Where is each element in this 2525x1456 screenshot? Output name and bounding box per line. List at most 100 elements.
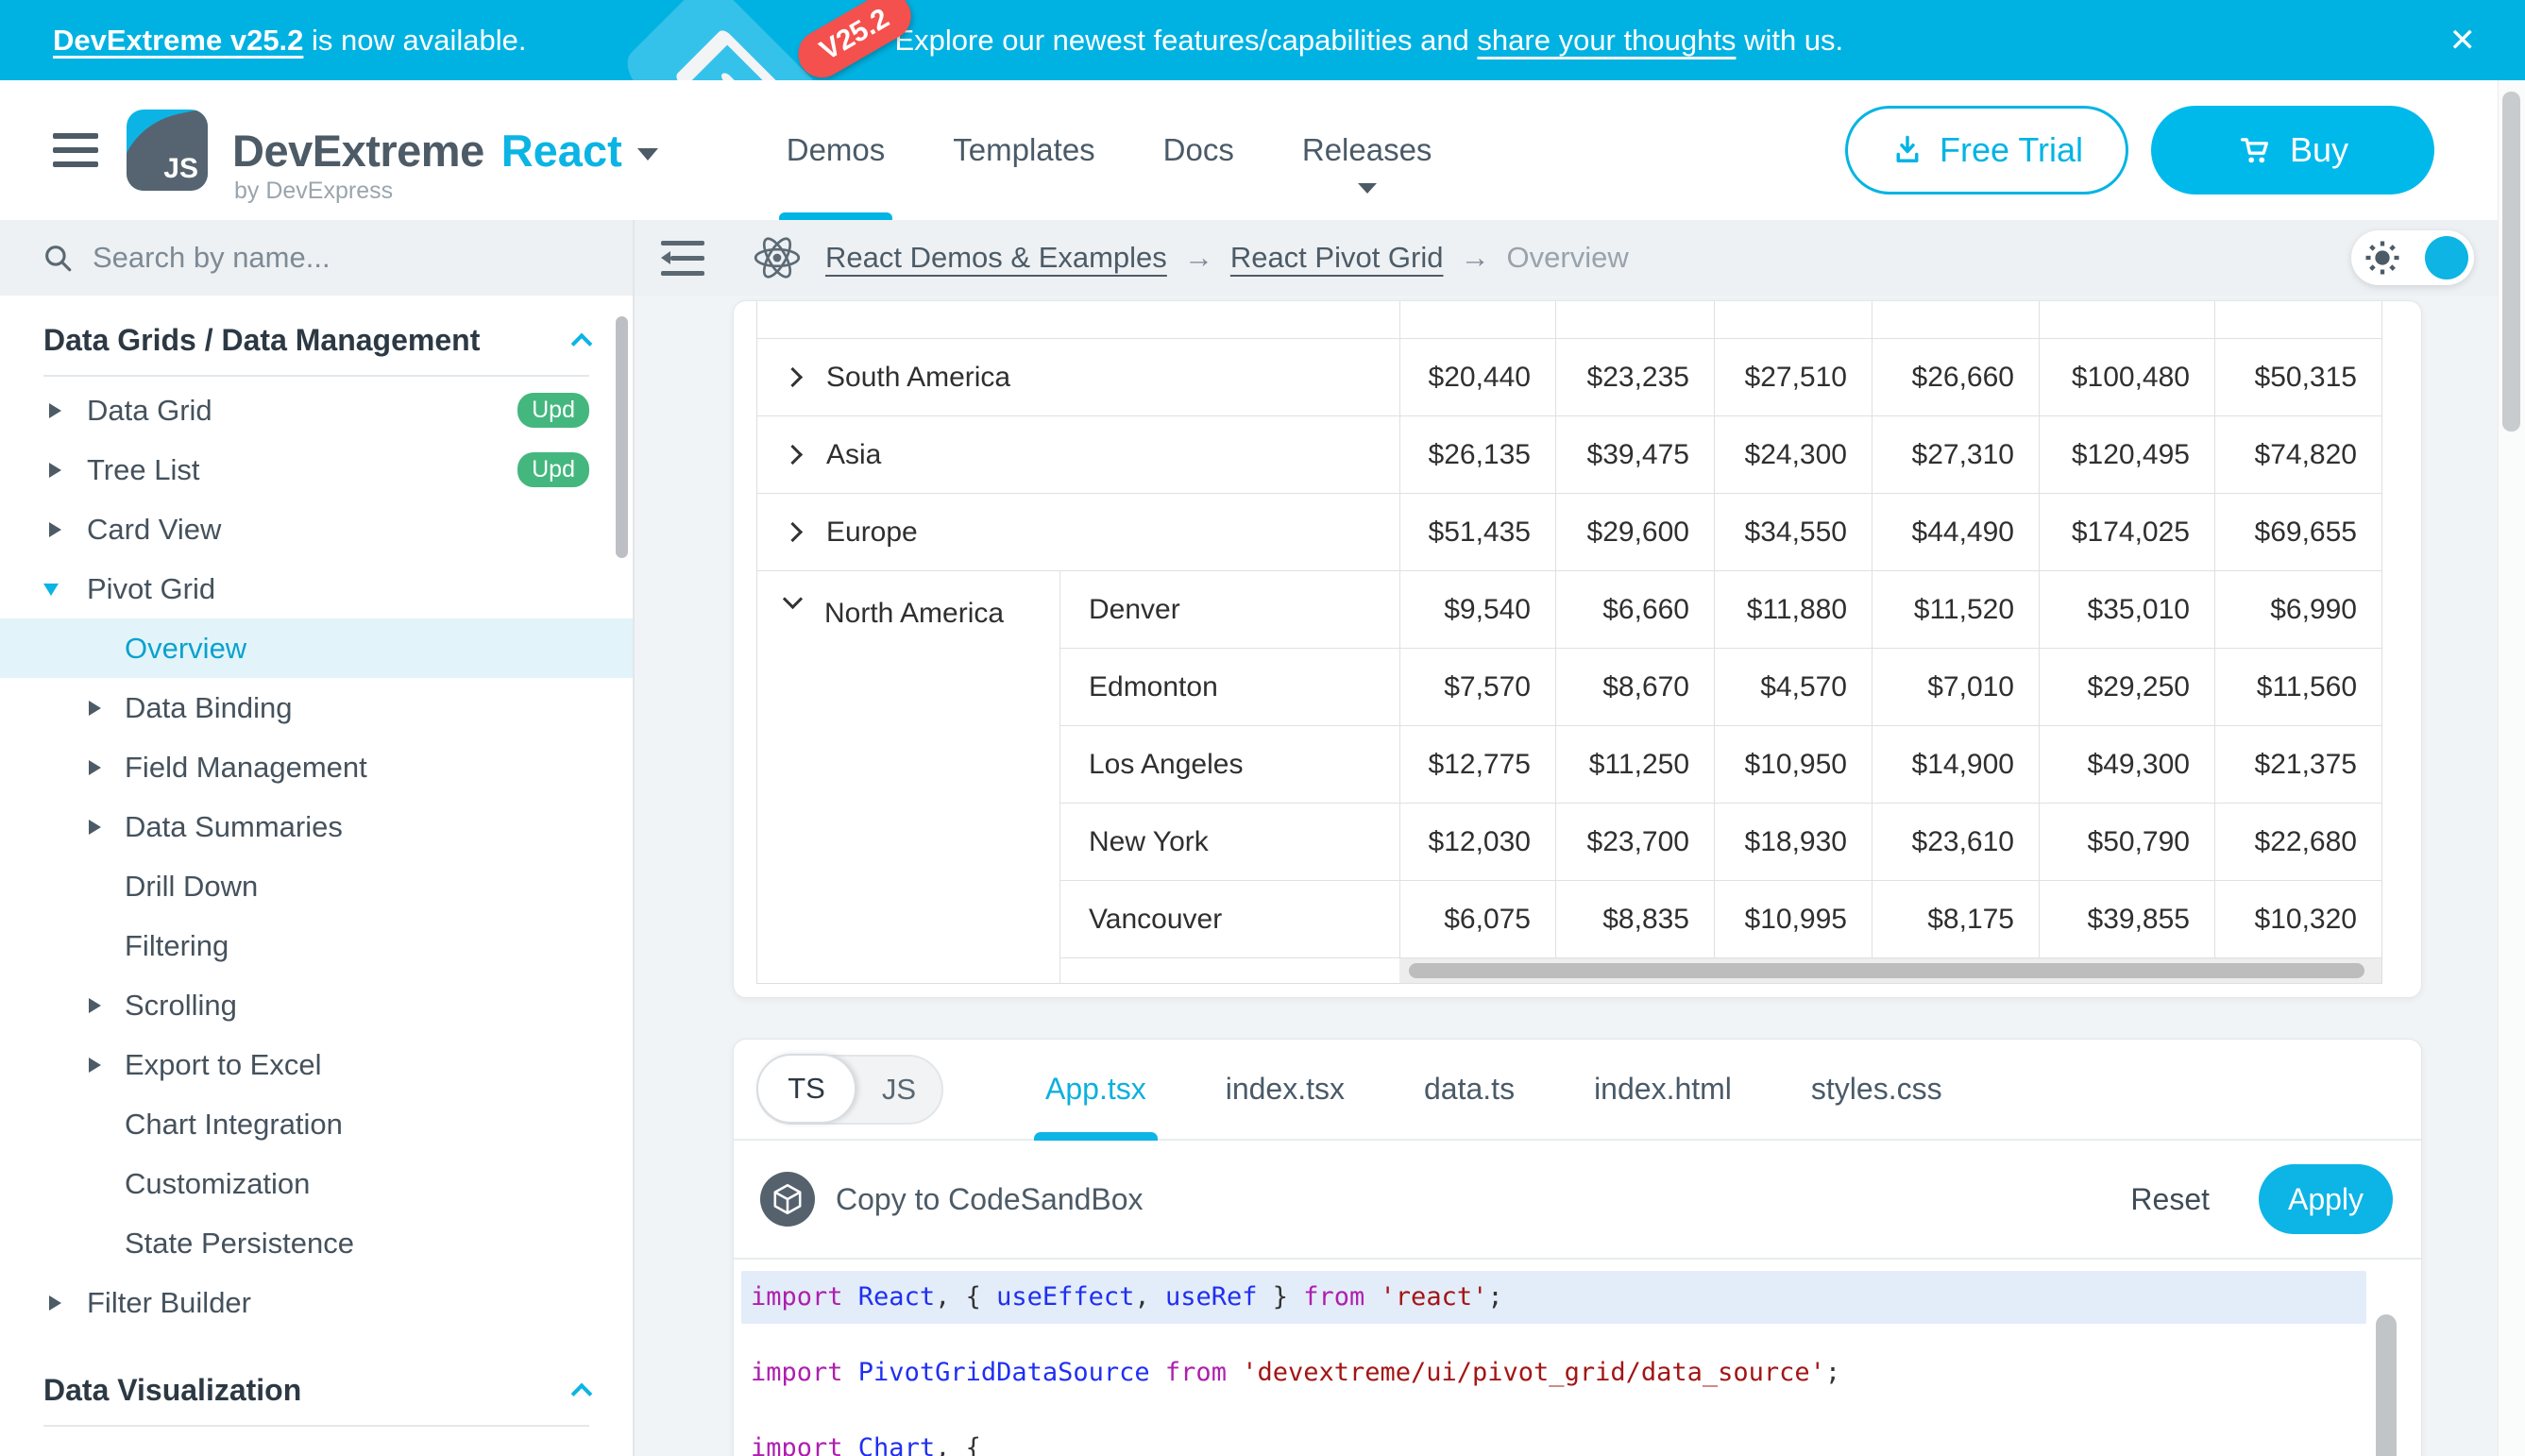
sidebar-item-filter-builder[interactable]: Filter Builder xyxy=(0,1273,633,1332)
share-thoughts-link[interactable]: share your thoughts xyxy=(1477,24,1736,57)
chevron-right-icon[interactable] xyxy=(783,445,803,465)
apply-button[interactable]: Apply xyxy=(2259,1164,2393,1234)
pivot-value-cell: $23,610 xyxy=(1872,804,2039,880)
pivot-value-cell: $10,320 xyxy=(2214,881,2381,957)
buy-button[interactable]: Buy xyxy=(2151,106,2434,195)
free-trial-button[interactable]: Free Trial xyxy=(1845,106,2128,195)
pivot-rowheader-vancouver[interactable]: Vancouver xyxy=(1059,881,1399,957)
page-scrollbar-thumb[interactable] xyxy=(2502,92,2520,432)
breadcrumb: React Demos & Examples→React Pivot Grid→… xyxy=(825,241,1629,275)
lang-option-ts[interactable]: TS xyxy=(756,1054,856,1124)
nav-demos[interactable]: Demos xyxy=(753,80,920,220)
sidebar-item-state-persistence[interactable]: State Persistence xyxy=(0,1213,633,1273)
pivot-value-cell: $51,435 xyxy=(1399,494,1555,570)
tab-index-html[interactable]: index.html xyxy=(1554,1040,1771,1139)
framework-selector[interactable]: React xyxy=(501,125,622,177)
sidebar-section-data-grids-data-management[interactable]: Data Grids / Data Management xyxy=(0,307,633,373)
breadcrumb-react-pivot-grid[interactable]: React Pivot Grid xyxy=(1230,241,1444,275)
sidebar-item-data-binding[interactable]: Data Binding xyxy=(0,678,633,737)
sidebar-item-data-summaries[interactable]: Data Summaries xyxy=(0,797,633,856)
pivot-hscrollbar-thumb[interactable] xyxy=(1409,963,2364,978)
search-input[interactable] xyxy=(93,241,508,275)
pivot-row-vancouver: Vancouver$6,075$8,835$10,995$8,175$39,85… xyxy=(1059,881,2381,958)
pivot-value-cell: $34,550 xyxy=(1714,494,1872,570)
breadcrumb-react-demos-examples[interactable]: React Demos & Examples xyxy=(825,241,1167,275)
pivot-rowheader-edmonton[interactable]: Edmonton xyxy=(1059,649,1399,725)
pivot-row-new-york: New York$12,030$23,700$18,930$23,610$50,… xyxy=(1059,804,2381,881)
code-editor[interactable]: import React, { useEffect, useRef } from… xyxy=(734,1260,2421,1456)
pivot-value-cell: $74,820 xyxy=(2214,416,2381,493)
tab-index-tsx[interactable]: index.tsx xyxy=(1186,1040,1384,1139)
sidebar-item-data-grid[interactable]: Data GridUpd xyxy=(0,381,633,440)
pivot-value-cell: $10,950 xyxy=(1714,726,1872,803)
banner-logo-graphic: V25.2 xyxy=(595,0,916,80)
pivot-value-cell: $10,995 xyxy=(1714,881,1872,957)
pivot-value-cell: $49,300 xyxy=(2039,726,2214,803)
page-scrollbar[interactable] xyxy=(2498,80,2525,1456)
chevron-right-icon[interactable] xyxy=(783,522,803,542)
pivot-value-cell: $6,075 xyxy=(1399,881,1555,957)
collapse-sidebar-icon[interactable] xyxy=(661,241,704,276)
sidebar-item-overview[interactable]: Overview xyxy=(0,618,633,678)
sidebar-item-export-to-excel[interactable]: Export to Excel xyxy=(0,1035,633,1094)
pivot-value-cell: $69,655 xyxy=(2214,494,2381,570)
hamburger-menu-icon[interactable] xyxy=(53,133,98,167)
pivot-value-cell: $44,490 xyxy=(1872,494,2039,570)
pivot-rowheader-new-york[interactable]: New York xyxy=(1059,804,1399,880)
chevron-down-icon[interactable] xyxy=(783,589,803,609)
tab-app-tsx[interactable]: App.tsx xyxy=(1006,1040,1186,1139)
pivot-value-cell: $100,480 xyxy=(2039,339,2214,415)
nav-docs[interactable]: Docs xyxy=(1129,80,1268,220)
pivot-value-cell: $9,540 xyxy=(1399,571,1555,648)
sidebar-item-drill-down[interactable]: Drill Down xyxy=(0,856,633,916)
code-scrollbar[interactable] xyxy=(2376,1314,2397,1456)
pivot-rowheader-los-angeles[interactable]: Los Angeles xyxy=(1059,726,1399,803)
sidebar-item-field-management[interactable]: Field Management xyxy=(0,737,633,797)
pivot-value-cell: $20,440 xyxy=(1399,339,1555,415)
pivot-value-cell xyxy=(1872,301,2039,338)
sidebar-item-chart-integration[interactable]: Chart Integration xyxy=(0,1094,633,1154)
pivot-rowheader-asia[interactable]: Asia xyxy=(757,416,1399,493)
pivot-value-cell xyxy=(1399,301,1555,338)
sidebar-section-data-visualization[interactable]: Data Visualization xyxy=(0,1357,633,1423)
pivot-value-cell: $11,560 xyxy=(2214,649,2381,725)
theme-toggle-knob[interactable] xyxy=(2425,236,2468,279)
pivot-value-cell: $8,175 xyxy=(1872,881,2039,957)
sidebar-item-scrolling[interactable]: Scrolling xyxy=(0,975,633,1035)
pivot-rowheader-denver[interactable]: Denver xyxy=(1059,571,1399,648)
pivot-rowheader-north-america[interactable]: North America xyxy=(757,571,1059,958)
upd-badge: Upd xyxy=(517,452,589,487)
breadcrumb-bar: React Demos & Examples→React Pivot Grid→… xyxy=(635,220,2525,296)
reset-button[interactable]: Reset xyxy=(2130,1182,2210,1217)
pivot-rowheader-south-america[interactable]: South America xyxy=(757,339,1399,415)
devextreme-logo[interactable]: JS DevExtreme React by DevExpress xyxy=(127,110,658,191)
triangle-right-icon xyxy=(89,1058,101,1073)
triangle-right-icon xyxy=(49,403,61,418)
banner-version-link[interactable]: DevExtreme v25.2 xyxy=(53,24,303,57)
tab-styles-css[interactable]: styles.css xyxy=(1771,1040,1982,1139)
copy-to-codesandbox-button[interactable]: Copy to CodeSandBox xyxy=(760,1172,1144,1227)
sidebar-item-card-view[interactable]: Card View xyxy=(0,499,633,559)
lang-option-js[interactable]: JS xyxy=(856,1073,941,1107)
sidebar-item-customization[interactable]: Customization xyxy=(0,1154,633,1213)
theme-toggle[interactable] xyxy=(2351,230,2474,285)
upd-badge: Upd xyxy=(517,393,589,428)
sidebar-item-filtering[interactable]: Filtering xyxy=(0,916,633,975)
nav-releases[interactable]: Releases xyxy=(1268,80,1466,220)
sidebar-item-pivot-grid[interactable]: Pivot Grid xyxy=(0,559,633,618)
banner-left-text: DevExtreme v25.2 is now available. xyxy=(53,24,527,58)
banner-message: Explore our newest features/capabilities… xyxy=(895,24,1844,58)
language-toggle[interactable]: TS JS xyxy=(756,1055,943,1125)
pivot-rowheader-europe[interactable]: Europe xyxy=(757,494,1399,570)
tab-data-ts[interactable]: data.ts xyxy=(1384,1040,1554,1139)
close-icon[interactable]: ✕ xyxy=(2449,25,2477,57)
pivot-row-europe: Europe$51,435$29,600$34,550$44,490$174,0… xyxy=(757,494,2381,571)
brand-subtitle: by DevExpress xyxy=(234,178,393,205)
chevron-down-icon[interactable] xyxy=(637,148,658,161)
sidebar-item-tree-list[interactable]: Tree ListUpd xyxy=(0,440,633,499)
triangle-right-icon xyxy=(89,998,101,1013)
nav-templates[interactable]: Templates xyxy=(919,80,1128,220)
codesandbox-icon xyxy=(760,1172,815,1227)
pivot-value-cell: $21,375 xyxy=(2214,726,2381,803)
chevron-right-icon[interactable] xyxy=(783,367,803,387)
